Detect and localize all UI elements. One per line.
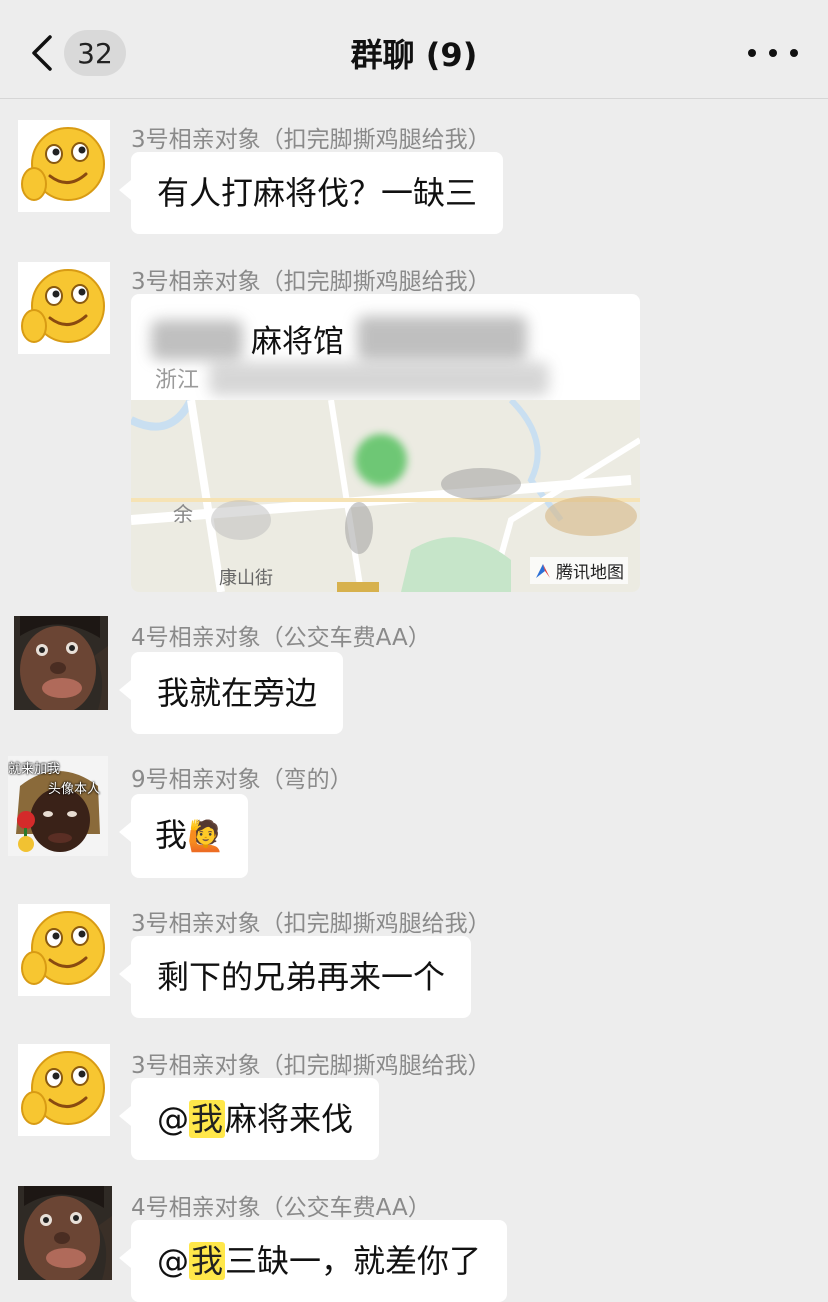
more-dot-icon [748,49,756,57]
map-brand-label: 腾讯地图 [556,563,624,583]
sender-nickname: 3号相亲对象（扣完脚撕鸡腿给我） [131,269,491,295]
message-bubble[interactable]: @我麻将来伐 [118,1078,380,1160]
mention-highlight[interactable]: 我 [189,1100,226,1138]
unread-count-badge: 32 [64,30,126,76]
redacted-text [151,320,243,360]
map-road-label: 余 [173,502,193,526]
sender-avatar[interactable] [18,262,110,354]
at-sign: @ [157,1100,189,1138]
tencent-map-logo-icon [536,563,550,578]
avatar-caption: 就来加我 [8,762,61,777]
sender-nickname: 3号相亲对象（扣完脚撕鸡腿给我） [131,127,491,153]
sender-avatar[interactable] [14,616,108,710]
message-text: 麻将来伐 [225,1100,354,1138]
sender-nickname: 3号相亲对象（扣完脚撕鸡腿给我） [131,911,491,937]
sender-nickname: 3号相亲对象（扣完脚撕鸡腿给我） [131,1053,491,1079]
message-text: 剩下的兄弟再来一个 [157,958,446,996]
back-button[interactable]: 32 [28,28,138,78]
sender-avatar[interactable] [18,1186,112,1280]
message-text: 我 [155,816,188,854]
mention-highlight[interactable]: 我 [189,1242,226,1280]
message-bubble[interactable]: 我🙋 [118,794,249,878]
at-sign: @ [157,1242,189,1280]
face-photo-icon [14,616,108,710]
sender-nickname: 4号相亲对象（公交车费AA） [131,1195,431,1221]
message-bubble[interactable]: @我三缺一，就差你了 [118,1220,508,1302]
smiling-emoji-icon [18,262,110,354]
message-text: 我就在旁边 [157,674,318,712]
location-address: 浙江 [155,368,200,393]
map-road-label: 康山街 [219,568,273,589]
raising-hand-emoji: 🙋 [187,819,225,854]
chevron-left-icon [32,35,52,71]
sender-nickname: 9号相亲对象（弯的） [131,767,353,793]
message-text: 三缺一，就差你了 [225,1242,482,1280]
redacted-text [209,362,549,396]
message-bubble[interactable]: 有人打麻将伐？一缺三 [118,152,504,234]
sender-avatar[interactable] [18,904,110,996]
location-card[interactable]: 麻将馆 浙江 余 康山街 腾讯地图 [131,294,640,592]
message-bubble[interactable]: 我就在旁边 [118,652,344,734]
message-bubble[interactable]: 剩下的兄弟再来一个 [118,936,472,1018]
more-options-button[interactable] [748,38,798,68]
more-dot-icon [769,49,777,57]
sender-avatar[interactable] [18,1044,110,1136]
location-name: 麻将馆 [251,324,344,360]
sender-avatar[interactable] [18,120,110,212]
smiling-emoji-icon [18,904,110,996]
avatar-caption: 头像本人 [48,782,101,797]
map-brand: 腾讯地图 [530,557,628,584]
smiling-emoji-icon [18,1044,110,1136]
smiling-emoji-icon [18,120,110,212]
message-text: 有人打麻将伐？一缺三 [157,174,478,212]
redacted-text [357,316,527,360]
chat-header: 32 群聊 (9) [0,0,828,99]
sender-nickname: 4号相亲对象（公交车费AA） [131,625,431,651]
sender-avatar[interactable]: 就来加我 头像本人 [8,756,108,856]
location-map[interactable]: 余 康山街 腾讯地图 [131,400,640,592]
face-photo-icon [18,1186,112,1280]
more-dot-icon [790,49,798,57]
